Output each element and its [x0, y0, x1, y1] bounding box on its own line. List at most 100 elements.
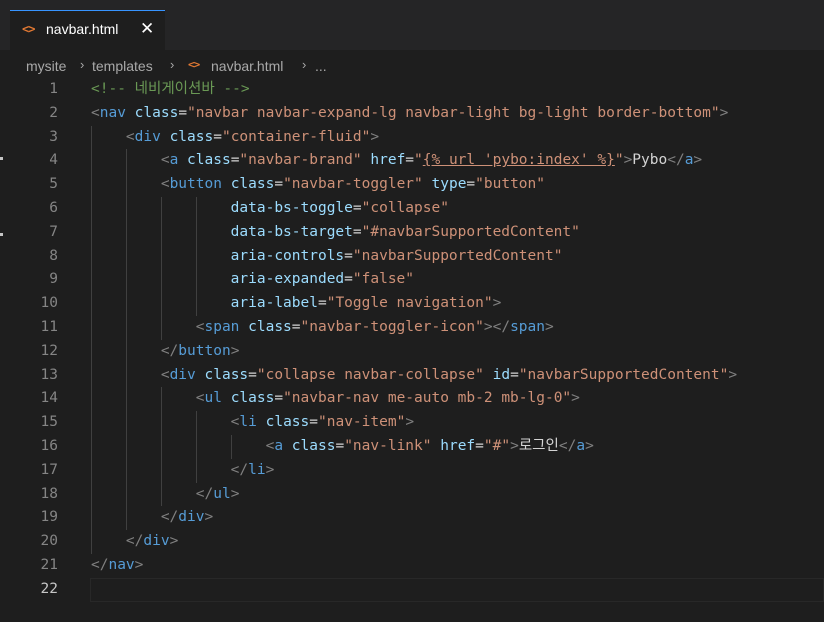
- code-text: aria-expanded="false": [231, 268, 414, 292]
- line-number: 15: [40, 414, 58, 431]
- code-token: <: [125, 128, 135, 145]
- code-line[interactable]: 8 aria-controls="navbarSupportedContent": [0, 245, 824, 269]
- code-token: =: [274, 176, 284, 193]
- code-line[interactable]: 15 <li class="nav-item">: [0, 411, 824, 435]
- line-number: 19: [40, 509, 58, 526]
- code-token: ": [414, 152, 423, 169]
- code-line[interactable]: 1 <!-- 네비게이션바 -->: [0, 78, 824, 102]
- code-token: "collapse navbar-collapse": [256, 366, 484, 383]
- code-token: >: [693, 152, 703, 169]
- code-token: class: [248, 319, 292, 335]
- breadcrumb-item-symbols[interactable]: ...: [315, 58, 327, 74]
- code-token: </: [195, 485, 214, 502]
- code-token: >: [405, 414, 415, 431]
- code-token: div: [169, 366, 196, 383]
- code-line[interactable]: 10 aria-label="Toggle navigation">: [0, 292, 824, 316]
- code-token: >: [265, 461, 275, 478]
- code-token: =: [352, 223, 362, 240]
- code-token: class: [291, 438, 336, 454]
- code-text: </div>: [126, 530, 178, 554]
- code-text: <div class="collapse navbar-collapse" id…: [161, 364, 737, 388]
- code-token: </: [230, 461, 249, 478]
- code-token: "navbarSupportedContent": [352, 247, 563, 264]
- code-text: <li class="nav-item">: [231, 411, 414, 435]
- code-token: "navbar-toggler-icon": [300, 319, 484, 335]
- code-token: >: [204, 509, 214, 526]
- line-number: 22: [40, 580, 58, 597]
- code-line[interactable]: 13 <div class="collapse navbar-collapse" …: [0, 364, 824, 388]
- breadcrumb-item-templates[interactable]: templates: [92, 58, 153, 74]
- line-number: 11: [40, 319, 58, 335]
- code-token: class: [265, 414, 310, 431]
- code-token: <: [160, 152, 170, 169]
- code-text: aria-label="Toggle navigation">: [231, 292, 502, 316]
- code-token: >: [370, 128, 380, 145]
- line-number: 20: [40, 533, 58, 550]
- line-number: 17: [40, 461, 58, 478]
- code-token: class: [134, 104, 179, 121]
- code-line[interactable]: 11 <span class="navbar-toggler-icon"></sp…: [0, 316, 824, 340]
- code-token: "container-fluid": [221, 128, 371, 145]
- tab-navbar-html[interactable]: <> navbar.html ✕: [10, 10, 165, 50]
- code-line[interactable]: 12 </button>: [0, 340, 824, 364]
- code-token: >: [230, 342, 240, 359]
- code-line[interactable]: 16 <a class="nav-link" href="#">로그인</a>: [0, 435, 824, 459]
- code-line[interactable]: 9 aria-expanded="false": [0, 268, 824, 292]
- code-line[interactable]: 3 <div class="container-fluid">: [0, 126, 824, 150]
- code-line[interactable]: 6 data-bs-toggle="collapse": [0, 197, 824, 221]
- code-line[interactable]: 5 <button class="navbar-toggler" type="bu…: [0, 173, 824, 197]
- code-token: data-bs-target: [230, 223, 353, 240]
- code-token: =: [352, 200, 362, 216]
- code-token: =: [475, 438, 484, 454]
- indent-guide: [195, 411, 197, 483]
- code-token: nav: [99, 104, 126, 121]
- breadcrumb-item-file[interactable]: navbar.html: [211, 58, 283, 74]
- line-number: 21: [40, 557, 58, 573]
- code-token: span: [510, 319, 545, 335]
- code-token: >: [571, 390, 580, 407]
- code-line[interactable]: 19 </div>: [0, 506, 824, 530]
- code-text: <div class="container-fluid">: [126, 126, 379, 150]
- code-token: =: [466, 176, 476, 193]
- code-token: "navbar navbar-expand-lg navbar-light bg…: [187, 104, 720, 121]
- code-token: >: [585, 438, 594, 454]
- code-text: </li>: [231, 459, 275, 483]
- code-line[interactable]: 20 </div>: [0, 530, 824, 554]
- line-number: 6: [49, 200, 58, 216]
- line-number: 13: [40, 366, 58, 383]
- code-line[interactable]: 2 <nav class="navbar navbar-expand-lg nav…: [0, 102, 824, 126]
- code-token: div: [143, 533, 170, 550]
- line-number: 9: [49, 271, 58, 288]
- code-line[interactable]: 14 <ul class="navbar-nav me-auto mb-2 mb-…: [0, 387, 824, 411]
- indent-guide: [91, 125, 92, 554]
- code-token: =: [309, 414, 318, 431]
- code-token: </: [558, 438, 577, 454]
- code-token: data-bs-toggle: [230, 200, 353, 216]
- code-token: </: [91, 557, 109, 573]
- code-token: li: [248, 461, 266, 478]
- line-number: 18: [40, 485, 58, 502]
- close-icon[interactable]: ✕: [140, 19, 154, 39]
- code-token: button: [178, 342, 231, 359]
- line-number: 5: [49, 176, 58, 193]
- code-line[interactable]: 21 </nav>: [0, 554, 824, 578]
- code-token: >: [510, 438, 519, 454]
- code-line[interactable]: 18 </ul>: [0, 483, 824, 507]
- code-token: aria-expanded: [230, 271, 345, 288]
- code-line[interactable]: 7 data-bs-target="#navbarSupportedContent…: [0, 221, 824, 245]
- code-token: class: [230, 176, 275, 193]
- code-line[interactable]: 4 <a class="navbar-brand" href="{% url 'p…: [0, 149, 824, 173]
- code-token: class: [187, 152, 231, 169]
- code-token: =: [344, 247, 353, 264]
- chevron-right-icon: ›: [302, 57, 307, 72]
- breadcrumb-item-mysite[interactable]: mysite: [26, 58, 66, 74]
- code-token: >: [623, 152, 633, 169]
- code-editor[interactable]: 1 <!-- 네비게이션바 --> 2 <nav class="navbar navb…: [0, 78, 824, 622]
- code-token: "#": [483, 438, 511, 454]
- code-line[interactable]: 22: [0, 577, 824, 602]
- line-number: 14: [40, 390, 58, 407]
- code-line[interactable]: 17 </li>: [0, 459, 824, 483]
